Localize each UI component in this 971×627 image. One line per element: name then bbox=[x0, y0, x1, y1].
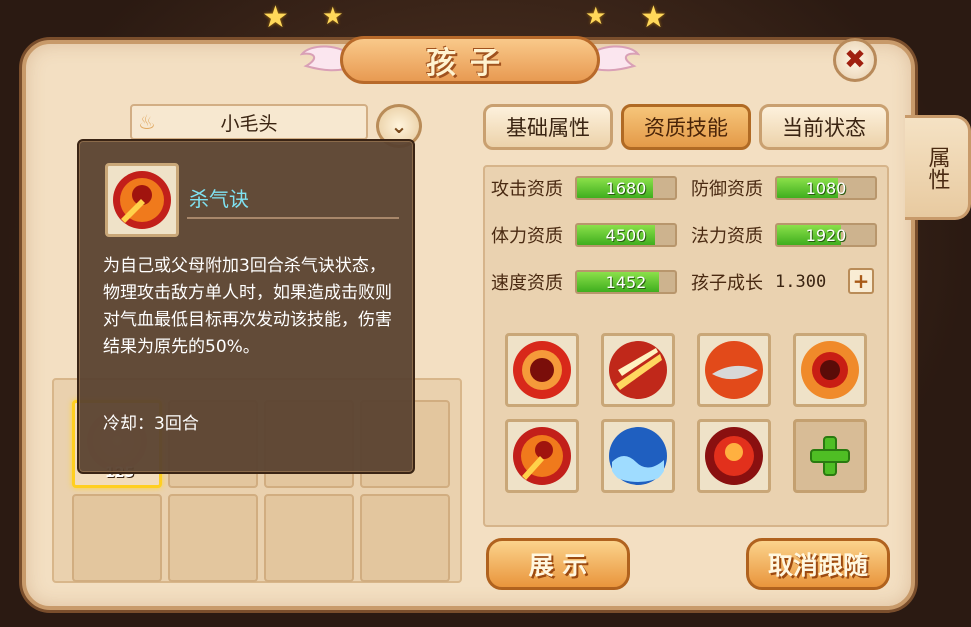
add-skill-icon bbox=[810, 436, 850, 476]
attr-value: 1080 bbox=[805, 178, 847, 198]
attr-label: 防御资质 bbox=[691, 179, 763, 200]
hp-aptitude-bar: 4500 bbox=[575, 223, 677, 247]
skill-slot[interactable] bbox=[793, 333, 867, 407]
tooltip-description: 为自己或父母附加3回合杀气诀状态，物理攻击敌方单人时，如果造成击败则对气血最低目… bbox=[103, 256, 392, 357]
child-name: 小毛头 bbox=[220, 112, 278, 135]
divider bbox=[187, 217, 399, 219]
fire-blade-skill-icon bbox=[705, 341, 763, 399]
speed-aptitude-row: 速度资质 1452 bbox=[491, 269, 677, 295]
magic-aptitude-bar: 1920 bbox=[775, 223, 877, 247]
attr-label: 攻击资质 bbox=[491, 179, 563, 200]
star-icon: ★ bbox=[585, 2, 607, 30]
skill-slot[interactable] bbox=[505, 419, 579, 493]
milk-bottle-icon: ♨ bbox=[138, 110, 156, 134]
close-button[interactable]: ✖ bbox=[833, 38, 877, 82]
defense-aptitude-bar: 1080 bbox=[775, 176, 877, 200]
skill-tooltip: 杀气诀 为自己或父母附加3回合杀气诀状态，物理攻击敌方单人时，如果造成击败则对气… bbox=[77, 139, 415, 474]
tab-label: 当前状态 bbox=[782, 116, 866, 140]
wave-skill-icon bbox=[609, 427, 667, 485]
demon-face-fire-skill-icon bbox=[801, 341, 859, 399]
attack-aptitude-row: 攻击资质 1680 bbox=[491, 175, 677, 201]
growth-add-button[interactable]: + bbox=[848, 268, 874, 294]
child-slot[interactable] bbox=[264, 494, 354, 582]
unfollow-button[interactable]: 取消跟随 bbox=[746, 538, 890, 590]
tooltip-cooldown: 冷却：3回合 bbox=[103, 414, 199, 434]
side-tab-label: 属性 bbox=[924, 145, 950, 190]
title-ribbon: 孩子 bbox=[300, 30, 640, 92]
skill-slot[interactable] bbox=[697, 333, 771, 407]
side-tab-attributes[interactable]: 属性 bbox=[905, 115, 971, 220]
plus-icon: + bbox=[852, 269, 870, 293]
child-name-selector[interactable]: ♨ 小毛头 bbox=[130, 104, 368, 140]
chevron-down-icon: ⌄ bbox=[390, 114, 408, 138]
tab-label: 基础属性 bbox=[506, 116, 590, 140]
tooltip-skill-name: 杀气诀 bbox=[189, 187, 249, 211]
skill-slot[interactable] bbox=[601, 419, 675, 493]
magic-aptitude-row: 法力资质 1920 bbox=[691, 222, 877, 248]
child-slot[interactable] bbox=[360, 494, 450, 582]
skill-slot[interactable] bbox=[601, 333, 675, 407]
attr-label: 法力资质 bbox=[691, 226, 763, 247]
attr-value: 4500 bbox=[605, 225, 647, 245]
star-icon: ★ bbox=[262, 0, 289, 35]
tab-aptitude-skills[interactable]: 资质技能 bbox=[621, 104, 751, 150]
attack-aptitude-bar: 1680 bbox=[575, 176, 677, 200]
killing-aura-skill-icon bbox=[105, 163, 179, 237]
title-banner: 孩子 bbox=[340, 36, 600, 84]
attr-value: 1680 bbox=[605, 178, 647, 198]
tab-basic-attributes[interactable]: 基础属性 bbox=[483, 104, 613, 150]
skill-slot[interactable] bbox=[697, 419, 771, 493]
star-icon: ★ bbox=[322, 2, 344, 30]
add-skill-slot[interactable] bbox=[793, 419, 867, 493]
tab-label: 资质技能 bbox=[644, 116, 728, 140]
unfollow-button-label: 取消跟随 bbox=[767, 551, 868, 580]
attr-label: 速度资质 bbox=[491, 273, 563, 294]
attr-value: 1452 bbox=[605, 272, 647, 292]
fire-demon-skill-icon bbox=[705, 427, 763, 485]
show-button-label: 展 示 bbox=[528, 551, 588, 580]
skill-slot[interactable] bbox=[505, 333, 579, 407]
defense-aptitude-row: 防御资质 1080 bbox=[691, 175, 877, 201]
blade-slash-skill-icon bbox=[609, 341, 667, 399]
child-slot[interactable] bbox=[168, 494, 258, 582]
killing-aura-skill-icon bbox=[513, 427, 571, 485]
tab-current-status[interactable]: 当前状态 bbox=[759, 104, 889, 150]
show-button[interactable]: 展 示 bbox=[486, 538, 630, 590]
attr-value: 1920 bbox=[805, 225, 847, 245]
window-title: 孩子 bbox=[426, 46, 514, 81]
hp-aptitude-row: 体力资质 4500 bbox=[491, 222, 677, 248]
speed-aptitude-bar: 1452 bbox=[575, 270, 677, 294]
child-slot[interactable] bbox=[72, 494, 162, 582]
growth-row: 孩子成长 1.300 bbox=[691, 269, 826, 295]
close-icon: ✖ bbox=[844, 45, 866, 75]
growth-value: 1.300 bbox=[775, 272, 827, 292]
star-icon: ★ bbox=[640, 0, 667, 35]
attr-label: 体力资质 bbox=[491, 226, 563, 247]
demon-face-skill-icon bbox=[513, 341, 571, 399]
attr-label: 孩子成长 bbox=[691, 273, 763, 294]
